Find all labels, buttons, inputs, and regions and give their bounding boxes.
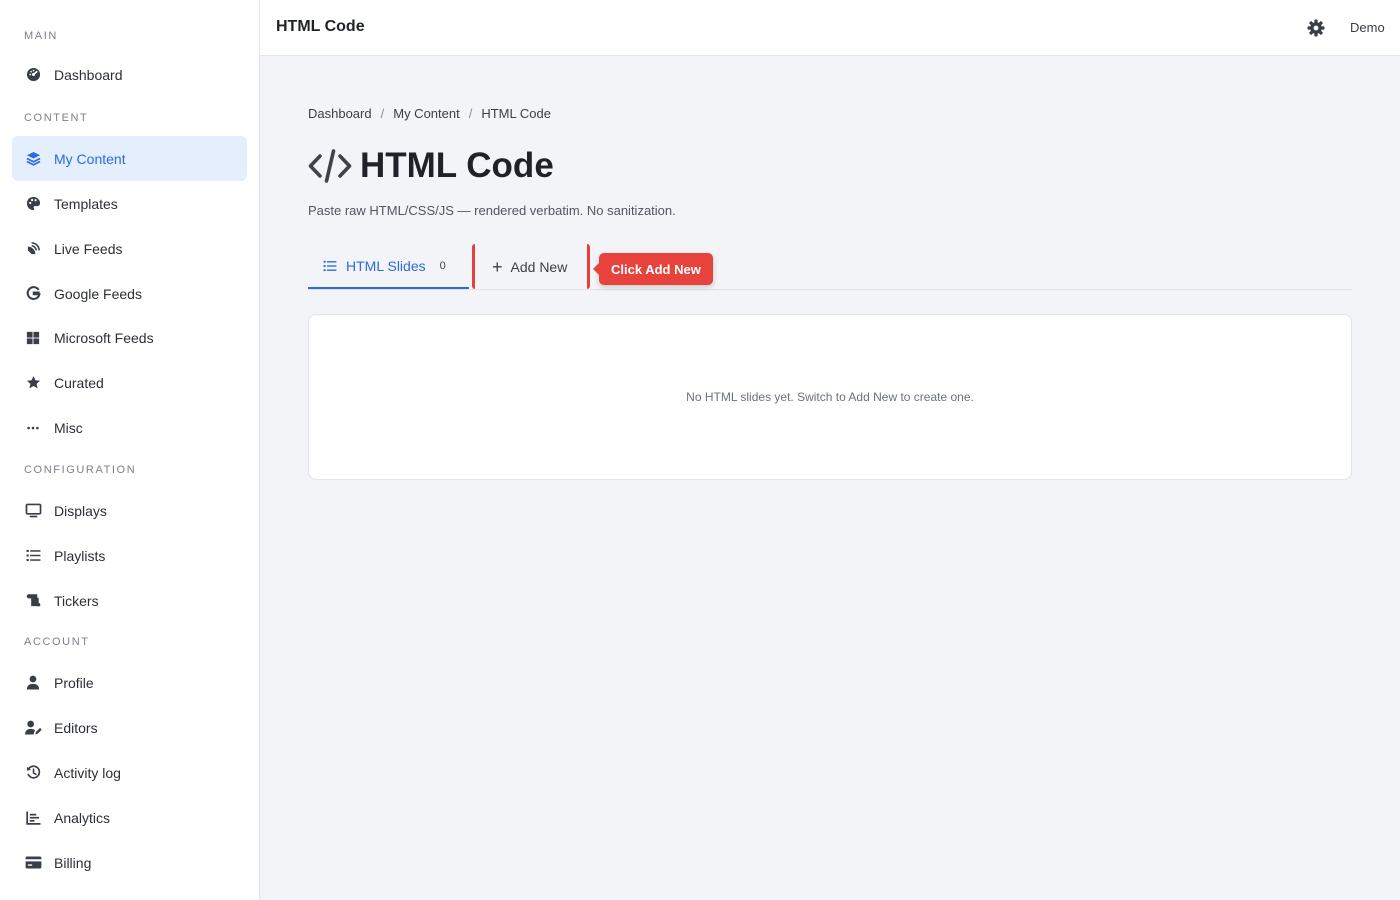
tab-add-new-label: Add New [510, 258, 568, 275]
sidebar-item-my-content[interactable]: My Content [12, 136, 247, 181]
sidebar-item-analytics[interactable]: Analytics [12, 795, 247, 840]
sidebar-item-microsoft-feeds[interactable]: Microsoft Feeds [12, 315, 247, 360]
scroll-icon [24, 592, 42, 610]
breadcrumb: Dashboard / My Content / HTML Code [308, 106, 551, 121]
star-icon [24, 374, 42, 392]
breadcrumb-dashboard[interactable]: Dashboard [308, 106, 372, 121]
top-bar-title: HTML Code [276, 18, 365, 35]
breadcrumb-current: HTML Code [481, 106, 551, 121]
satellite-dish-icon [24, 240, 42, 258]
sidebar-item-playlists[interactable]: Playlists [12, 533, 247, 578]
sidebar-item-dashboard[interactable]: Dashboard [12, 52, 247, 97]
sidebar-item-label: Playlists [54, 547, 106, 564]
sidebar-item-label: Templates [54, 195, 118, 212]
page-description: Paste raw HTML/CSS/JS — rendered verbati… [308, 203, 676, 218]
sidebar-item-displays[interactable]: Displays [12, 488, 247, 533]
sidebar-item-label: Google Feeds [54, 285, 142, 302]
sidebar-item-billing[interactable]: Billing [12, 840, 247, 885]
google-icon [24, 285, 42, 303]
monitor-icon [24, 502, 42, 520]
sidebar-item-templates[interactable]: Templates [12, 181, 247, 226]
sidebar-item-label: Misc [54, 419, 83, 436]
sidebar-item-label: Microsoft Feeds [54, 329, 154, 346]
sidebar-section-main: MAIN [24, 30, 58, 42]
sidebar-item-editors[interactable]: Editors [12, 705, 247, 750]
sidebar-item-label: Tickers [54, 592, 99, 609]
slides-count-badge: 0 [439, 259, 446, 272]
breadcrumb-my-content[interactable]: My Content [393, 106, 459, 121]
user-edit-icon [24, 719, 42, 737]
sidebar-item-live-feeds[interactable]: Live Feeds [12, 226, 247, 271]
tabs-divider [308, 289, 1352, 290]
top-bar: HTML Code Demo [260, 0, 1400, 56]
sidebar-item-activity-log[interactable]: Activity log [12, 750, 247, 795]
sidebar-section-account: ACCOUNT [24, 636, 90, 648]
code-icon [308, 149, 352, 183]
tab-html-slides-label: HTML Slides [346, 257, 426, 274]
page-heading: HTML Code [308, 146, 554, 186]
sidebar-item-label: My Content [54, 150, 126, 167]
windows-icon [24, 329, 42, 347]
sidebar-item-label: Curated [54, 374, 104, 391]
click-add-new-callout: Click Add New [593, 253, 713, 285]
slides-empty-card: No HTML slides yet. Switch to Add New to… [308, 314, 1352, 480]
sidebar-item-label: Activity log [54, 764, 121, 781]
sidebar-item-label: Profile [54, 674, 94, 691]
sidebar-item-profile[interactable]: Profile [12, 660, 247, 705]
list-icon [323, 259, 339, 273]
sidebar-item-label: Live Feeds [54, 240, 123, 257]
layers-icon [24, 150, 42, 168]
plus-icon: + [492, 256, 503, 277]
credit-card-icon [24, 854, 42, 872]
sidebar-item-label: Editors [54, 719, 98, 736]
tab-add-new[interactable]: + Add New [472, 244, 590, 289]
ellipsis-icon [24, 419, 42, 437]
sidebar-section-content: CONTENT [24, 112, 89, 124]
dashboard-gauge-icon [24, 66, 42, 84]
chart-bar-icon [24, 809, 42, 827]
sidebar-item-misc[interactable]: Misc [12, 405, 247, 450]
sidebar-item-google-feeds[interactable]: Google Feeds [12, 271, 247, 316]
history-icon [24, 764, 42, 782]
sidebar-item-tickers[interactable]: Tickers [12, 578, 247, 623]
sidebar-item-curated[interactable]: Curated [12, 360, 247, 405]
sidebar-item-label: Analytics [54, 809, 111, 826]
page-title: HTML Code [360, 146, 554, 185]
empty-state-text: No HTML slides yet. Switch to Add New to… [686, 390, 974, 404]
user-menu[interactable]: Demo [1350, 20, 1385, 35]
palette-icon [24, 195, 42, 213]
sidebar-item-label: Billing [54, 854, 92, 871]
sidebar: MAIN Dashboard CONTENT My Content Templa… [0, 0, 260, 900]
sidebar-section-configuration: CONFIGURATION [24, 464, 137, 476]
breadcrumb-separator: / [380, 106, 385, 121]
sidebar-item-label: Displays [54, 502, 107, 519]
tab-html-slides[interactable]: HTML Slides 0 [308, 244, 469, 289]
list-icon [24, 547, 42, 565]
sidebar-item-label: Dashboard [54, 66, 123, 83]
gear-icon[interactable] [1306, 18, 1326, 38]
user-icon [24, 674, 42, 692]
breadcrumb-separator: / [468, 106, 473, 121]
